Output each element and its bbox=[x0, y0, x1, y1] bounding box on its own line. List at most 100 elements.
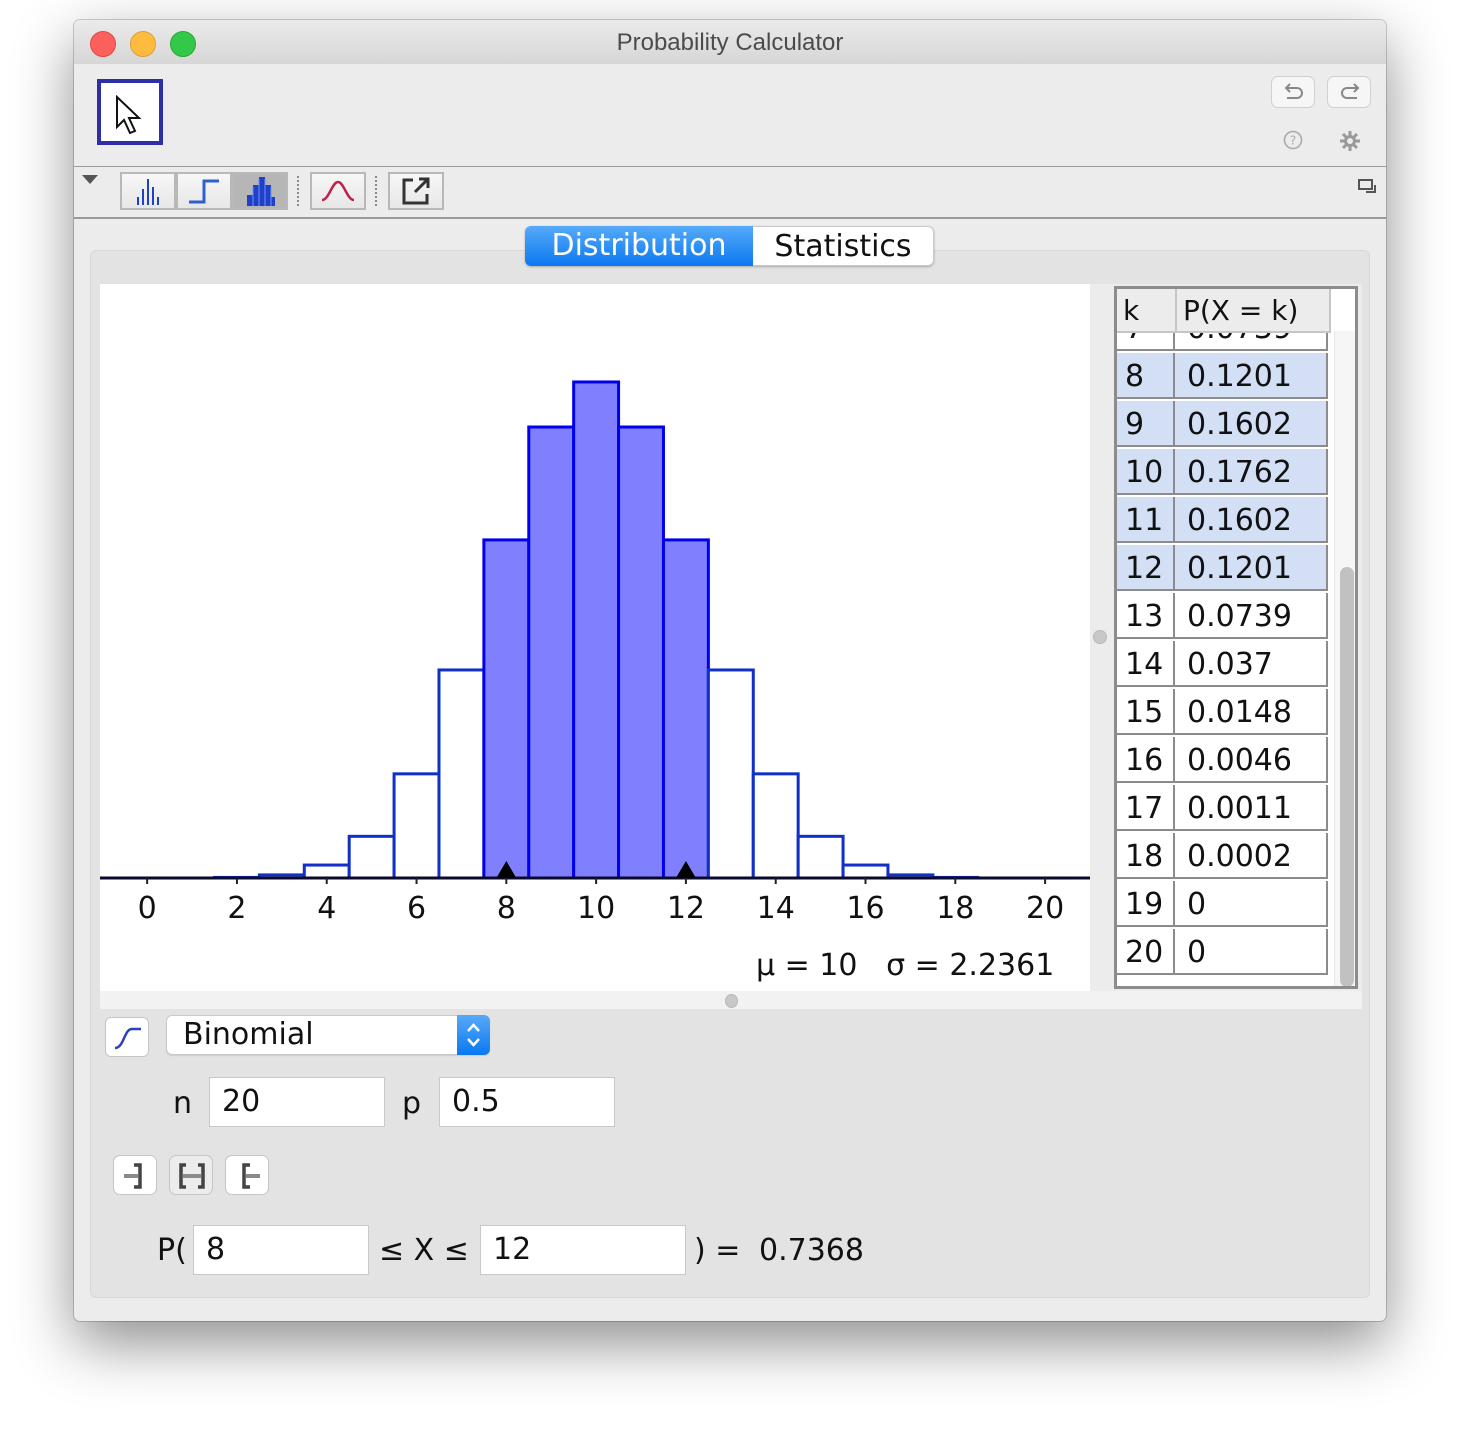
probability-calculator-window: Probability Calculator ? Distribution St… bbox=[74, 20, 1386, 1321]
left-sided-button[interactable] bbox=[113, 1155, 157, 1195]
vertical-splitter[interactable] bbox=[1090, 284, 1108, 991]
export-button[interactable] bbox=[388, 172, 444, 210]
cumulative-toggle-button[interactable] bbox=[105, 1017, 149, 1057]
view-tabs: Distribution Statistics bbox=[525, 226, 934, 266]
table-row[interactable]: 11 0.1602 bbox=[1117, 497, 1328, 545]
step-graph-icon bbox=[189, 179, 219, 204]
histogram-bar bbox=[661, 538, 710, 880]
detach-view-icon[interactable] bbox=[1358, 179, 1378, 195]
cell-probability: 0.037 bbox=[1175, 641, 1328, 687]
cell-k: 17 bbox=[1117, 785, 1175, 831]
table-row[interactable]: 16 0.0046 bbox=[1117, 737, 1328, 785]
distribution-select-value: Binomial bbox=[183, 1017, 314, 1052]
title-bar: Probability Calculator bbox=[74, 20, 1386, 65]
x-tick-label: 12 bbox=[667, 891, 705, 926]
histogram-bar bbox=[706, 668, 755, 880]
window-title: Probability Calculator bbox=[616, 29, 844, 56]
separator bbox=[375, 176, 377, 206]
cell-k: 14 bbox=[1117, 641, 1175, 687]
x-tick-label: 14 bbox=[757, 891, 795, 926]
x-tick-label: 8 bbox=[497, 891, 516, 926]
redo-button[interactable] bbox=[1327, 76, 1371, 108]
splitter-knob[interactable] bbox=[1093, 630, 1107, 644]
tab-statistics[interactable]: Statistics bbox=[753, 226, 934, 266]
bar-graph-button[interactable] bbox=[120, 172, 176, 210]
redo-icon bbox=[1341, 83, 1360, 99]
style-bar-menu-toggle[interactable] bbox=[82, 175, 98, 184]
cell-k: 12 bbox=[1117, 545, 1175, 591]
x-tick-label: 20 bbox=[1026, 891, 1064, 926]
table-row[interactable]: 19 0 bbox=[1117, 881, 1328, 929]
histogram-bar bbox=[527, 425, 576, 880]
cell-k: 11 bbox=[1117, 497, 1175, 543]
histogram-button[interactable] bbox=[232, 172, 288, 210]
separator bbox=[297, 176, 299, 206]
distribution-chart[interactable]: 0 2 4 6 8 10 12 14 16 18 20 bbox=[100, 284, 1090, 991]
probability-result: 0.7368 bbox=[759, 1233, 864, 1268]
tab-distribution[interactable]: Distribution bbox=[525, 226, 753, 266]
horizontal-splitter[interactable] bbox=[100, 991, 1362, 1009]
param-p-input[interactable]: 0.5 bbox=[439, 1077, 615, 1127]
cell-probability: 0.1602 bbox=[1175, 401, 1328, 447]
right-sided-button[interactable] bbox=[225, 1155, 269, 1195]
cell-k: 16 bbox=[1117, 737, 1175, 783]
right-sided-icon bbox=[242, 1163, 260, 1189]
normal-overlay-button[interactable] bbox=[310, 172, 366, 210]
histogram-bar bbox=[392, 772, 441, 880]
upper-bound-input[interactable]: 12 bbox=[480, 1225, 686, 1275]
histogram-bar bbox=[796, 834, 845, 880]
x-tick-label: 2 bbox=[227, 891, 246, 926]
cell-k: 9 bbox=[1117, 401, 1175, 447]
cell-probability: 0.1762 bbox=[1175, 449, 1328, 495]
histogram-icon bbox=[247, 177, 275, 206]
histogram-bar bbox=[482, 538, 531, 880]
splitter-knob[interactable] bbox=[725, 994, 738, 1008]
distribution-select[interactable]: Binomial bbox=[166, 1015, 490, 1055]
cell-probability: 0.0148 bbox=[1175, 689, 1328, 735]
table-row[interactable]: 13 0.0739 bbox=[1117, 593, 1328, 641]
x-tick-label: 4 bbox=[317, 891, 336, 926]
param-n-label: n bbox=[173, 1086, 193, 1121]
column-header-probability[interactable]: P(X = k) bbox=[1177, 289, 1331, 331]
main-toolbar: ? bbox=[74, 64, 1386, 168]
cell-probability: 0.1201 bbox=[1175, 353, 1328, 399]
table-row[interactable]: 8 0.1201 bbox=[1117, 353, 1328, 401]
mean-label: μ = 10 bbox=[756, 948, 858, 983]
cell-probability: 0.1602 bbox=[1175, 497, 1328, 543]
cell-probability: 0 bbox=[1175, 929, 1328, 975]
move-tool-button[interactable] bbox=[97, 79, 163, 145]
table-row[interactable]: 12 0.1201 bbox=[1117, 545, 1328, 593]
table-row[interactable]: 15 0.0148 bbox=[1117, 689, 1328, 737]
table-row[interactable]: 20 0 bbox=[1117, 929, 1328, 977]
two-sided-icon bbox=[179, 1163, 205, 1189]
two-sided-button[interactable] bbox=[169, 1155, 213, 1195]
histogram-bar bbox=[617, 425, 665, 880]
normal-curve-icon bbox=[321, 180, 355, 202]
table-scrollbar[interactable] bbox=[1334, 331, 1355, 986]
table-row[interactable]: 10 0.1762 bbox=[1117, 449, 1328, 497]
table-row[interactable]: 18 0.0002 bbox=[1117, 833, 1328, 881]
histogram-bar bbox=[572, 380, 621, 880]
probability-table-container: k P(X = k) 70.073980.120190.1602100.1762… bbox=[1108, 284, 1362, 991]
cumulative-curve-icon bbox=[114, 1027, 141, 1050]
gear-icon[interactable] bbox=[1339, 130, 1361, 152]
table-row[interactable]: 17 0.0011 bbox=[1117, 785, 1328, 833]
cell-probability: 0.0002 bbox=[1175, 833, 1328, 879]
distribution-stats: μ = 10 σ = 2.2361 bbox=[756, 948, 1054, 983]
scrollbar-thumb[interactable] bbox=[1340, 567, 1354, 986]
x-tick-label: 18 bbox=[936, 891, 974, 926]
undo-button[interactable] bbox=[1271, 76, 1315, 108]
table-row[interactable]: 14 0.037 bbox=[1117, 641, 1328, 689]
select-arrows-icon bbox=[457, 1015, 490, 1055]
svg-text:?: ? bbox=[1290, 134, 1296, 148]
help-icon[interactable]: ? bbox=[1283, 130, 1303, 150]
step-graph-button[interactable] bbox=[176, 172, 232, 210]
export-icon bbox=[402, 177, 430, 205]
lower-bound-input[interactable]: 8 bbox=[193, 1225, 369, 1275]
cell-k: 19 bbox=[1117, 881, 1175, 927]
x-tick-label: 0 bbox=[138, 891, 157, 926]
table-row[interactable]: 9 0.1602 bbox=[1117, 401, 1328, 449]
column-header-k[interactable]: k bbox=[1117, 289, 1177, 331]
param-n-input[interactable]: 20 bbox=[209, 1077, 385, 1127]
cell-k: 15 bbox=[1117, 689, 1175, 735]
